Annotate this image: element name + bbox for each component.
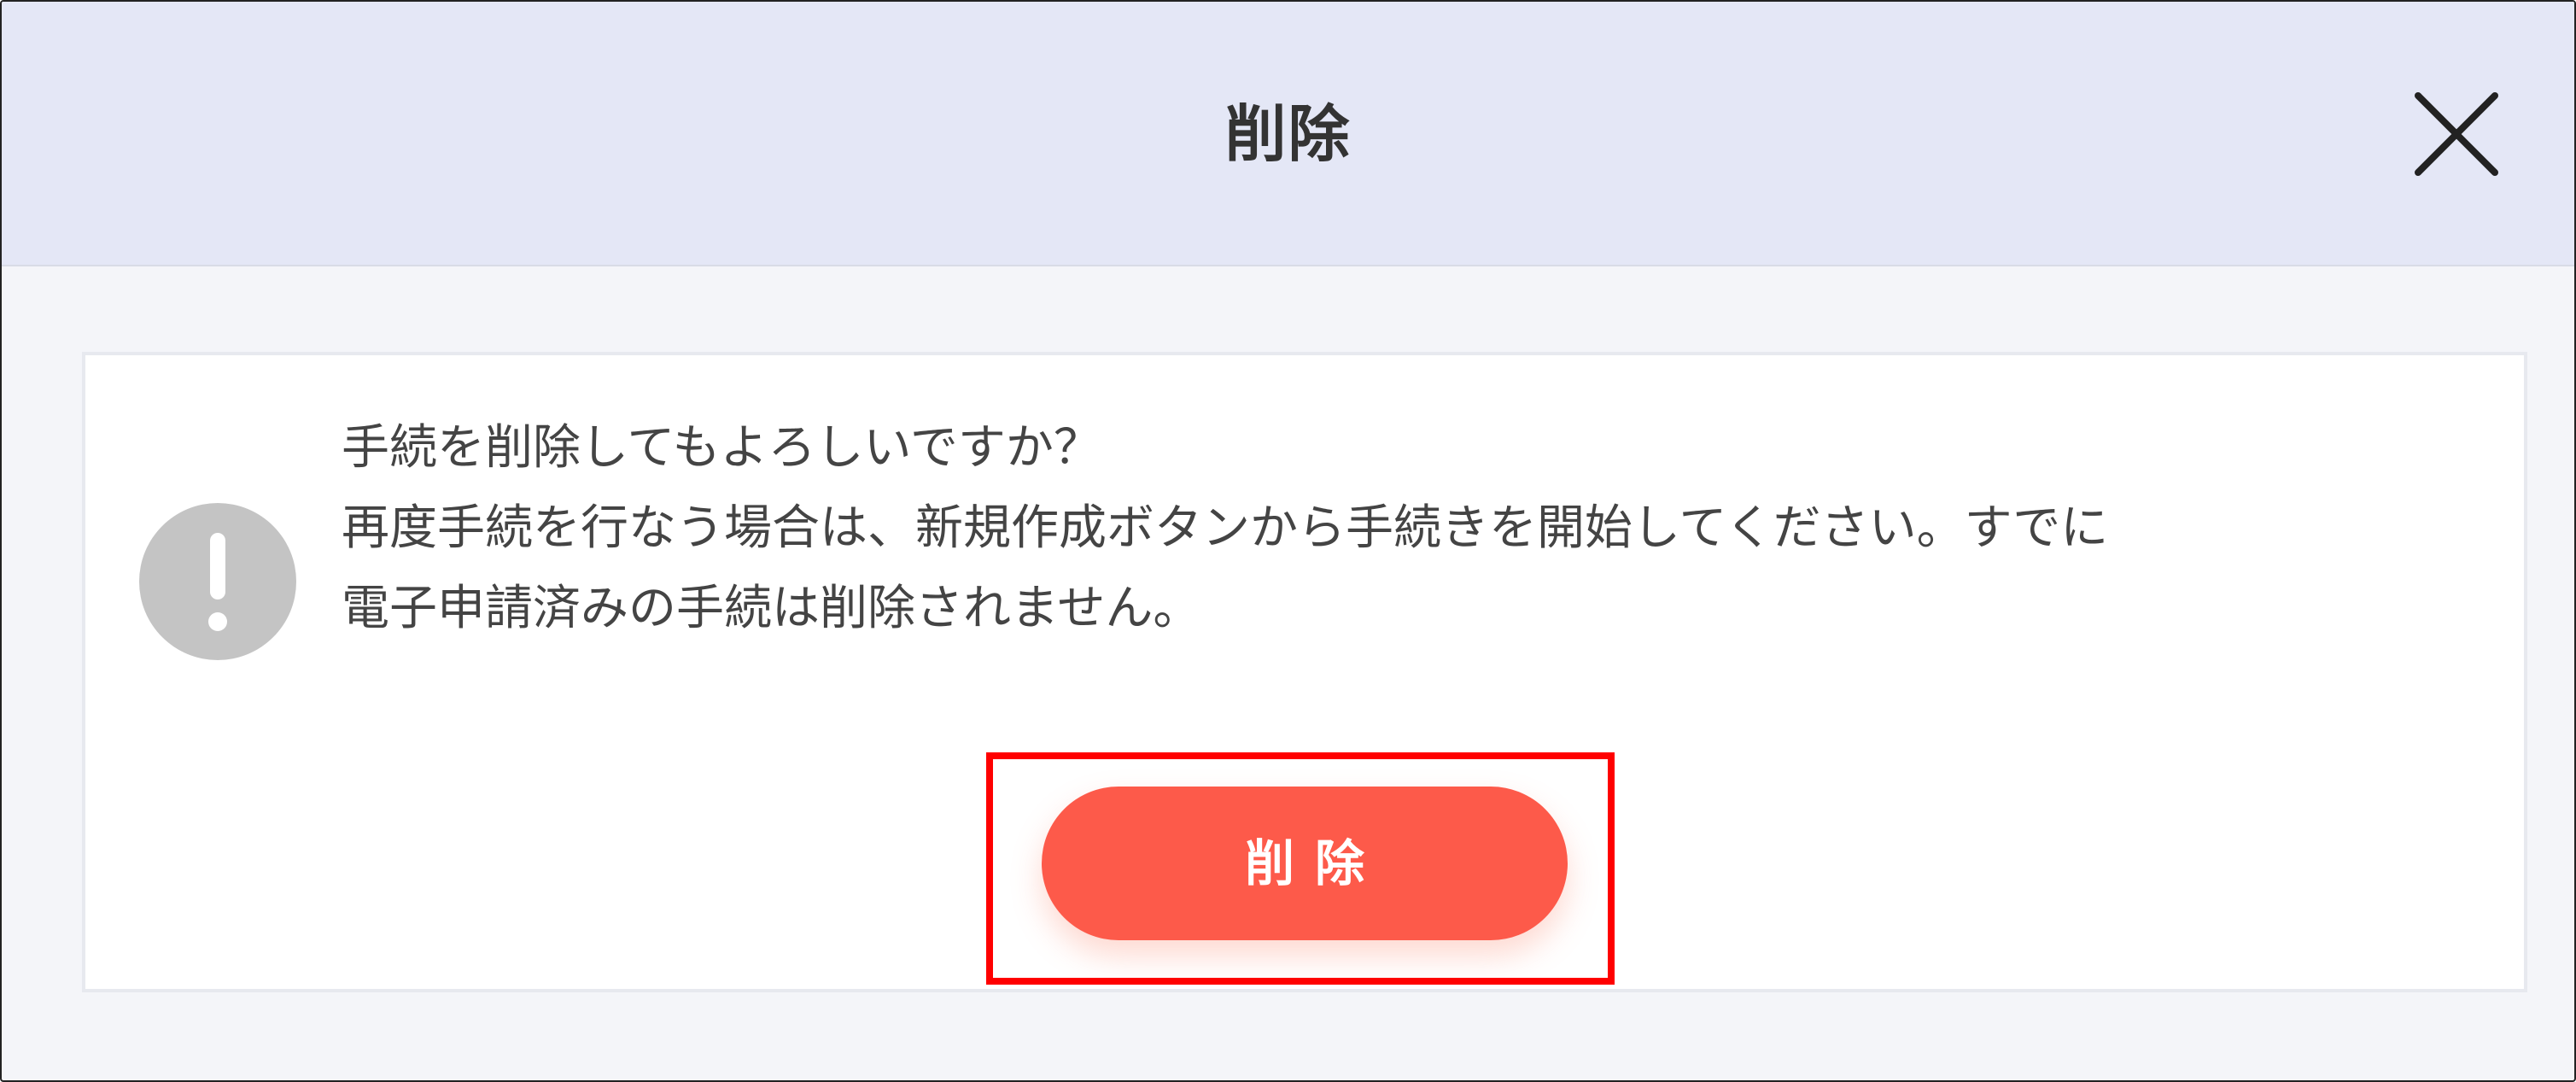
message-line-1: 手続を削除してもよろしいですか？ xyxy=(342,420,1101,476)
confirmation-card: 手続を削除してもよろしいですか？ 再度手続を行なう場合は、新規作成ボタンから手続… xyxy=(82,352,2527,992)
confirmation-message: 手続を削除してもよろしいですか？ 再度手続を行なう場合は、新規作成ボタンから手続… xyxy=(342,408,2476,649)
exclamation-circle-icon xyxy=(137,500,299,663)
close-icon[interactable] xyxy=(2410,87,2503,181)
dialog-header: 削除 xyxy=(2,2,2574,266)
delete-dialog: 削除 手続を削除してもよろしいですか？ 再度手続を行なう場合は、新規作成ボタンか… xyxy=(0,0,2576,1082)
close-button[interactable] xyxy=(2410,87,2503,181)
delete-button[interactable]: 削除 xyxy=(1042,787,1568,940)
message-line-3: 電子申請済みの手続は削除されません。 xyxy=(342,581,1201,636)
dialog-title: 削除 xyxy=(1224,98,1352,170)
message-line-2: 再度手続を行なう場合は、新規作成ボタンから手続きを開始してください。すでに xyxy=(342,500,2109,556)
